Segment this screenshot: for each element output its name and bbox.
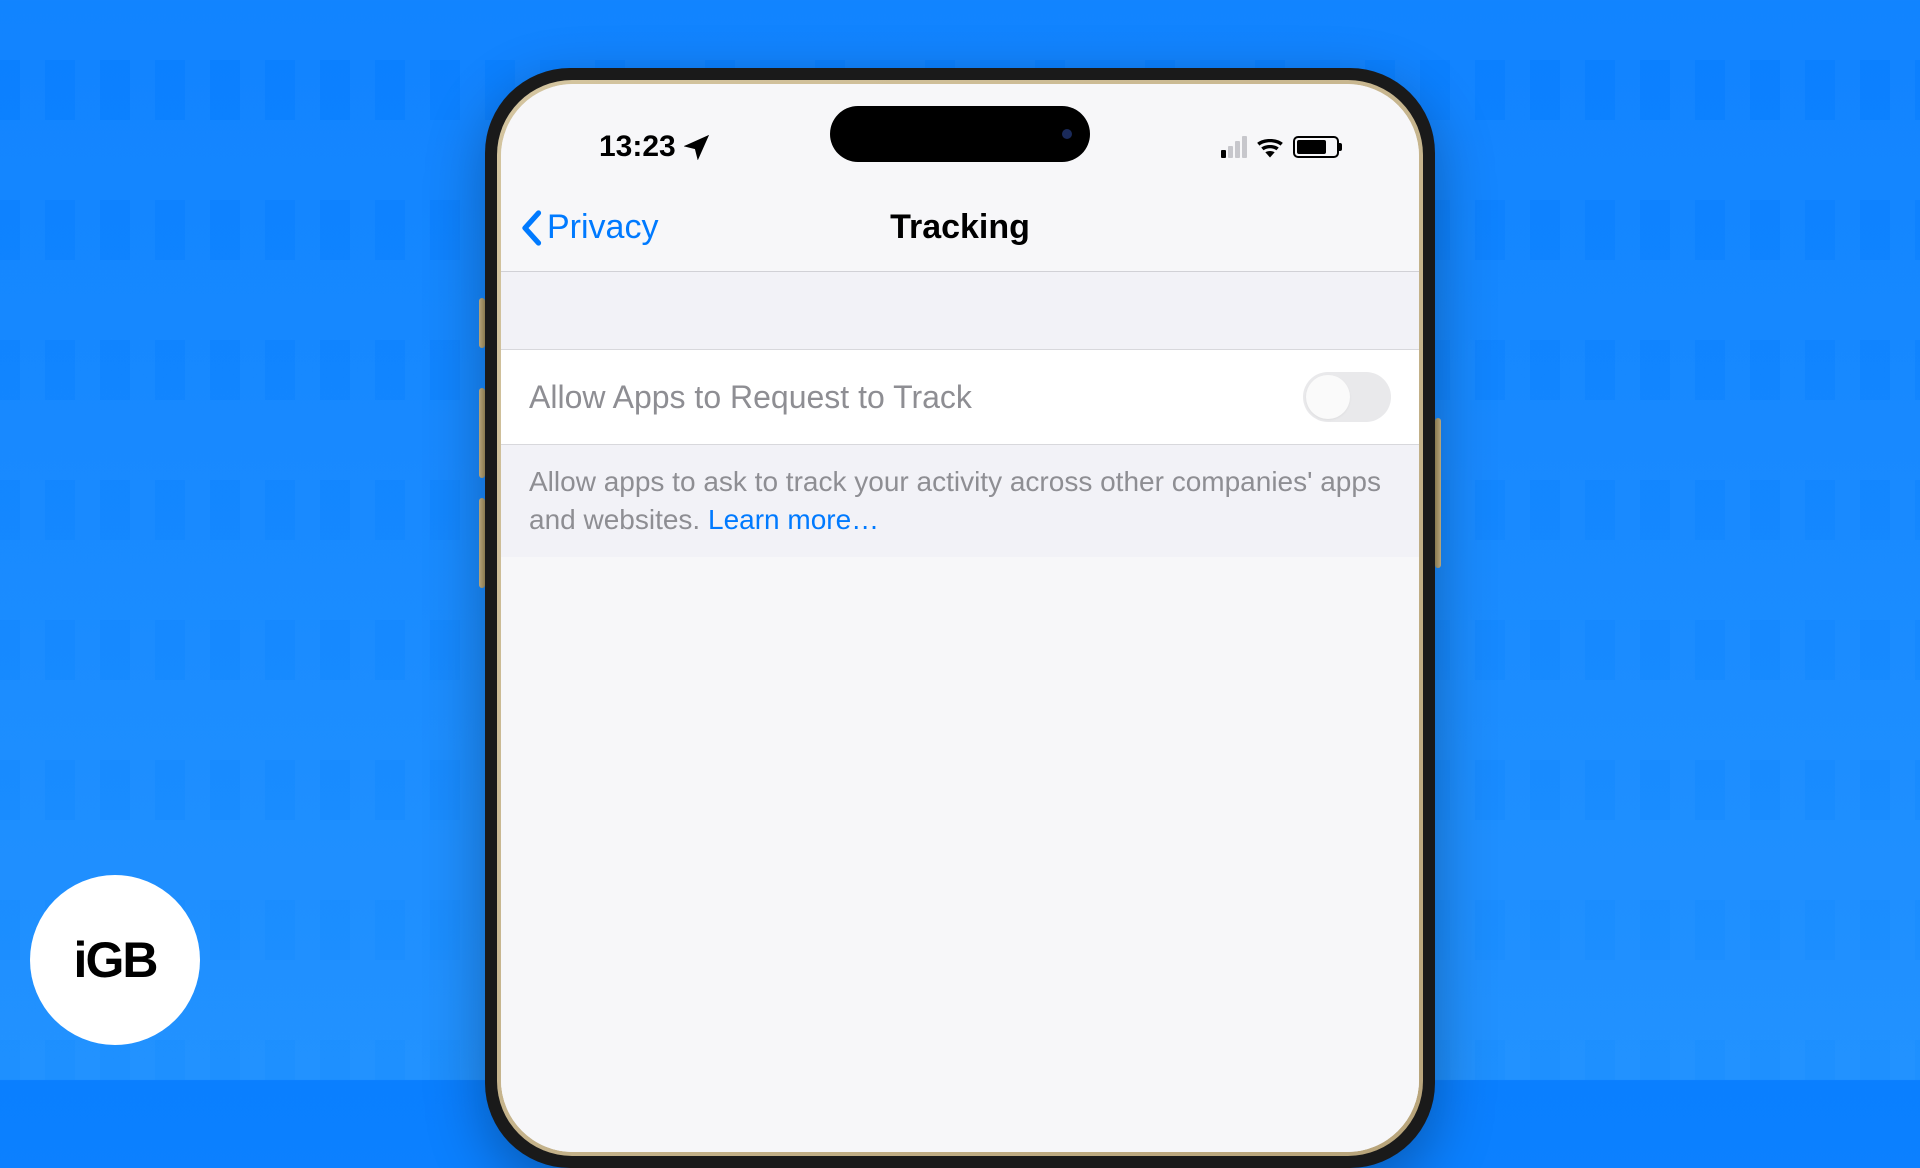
phone-volume-down-button	[479, 498, 485, 588]
wifi-icon	[1256, 136, 1284, 158]
back-button-label: Privacy	[547, 208, 658, 247]
status-bar-left: 13:23	[599, 130, 710, 164]
section-spacer	[501, 272, 1419, 350]
page-title: Tracking	[890, 208, 1030, 247]
allow-tracking-row: Allow Apps to Request to Track	[501, 350, 1419, 445]
settings-content: Allow Apps to Request to Track Allow app…	[501, 272, 1419, 1152]
navigation-bar: Privacy Tracking	[501, 184, 1419, 272]
status-bar-right	[1221, 136, 1339, 158]
footer-description: Allow apps to ask to track your activity…	[529, 466, 1381, 535]
status-time: 13:23	[599, 130, 676, 164]
content-fill	[501, 557, 1419, 1152]
cellular-signal-icon	[1221, 136, 1247, 158]
toggle-knob	[1306, 375, 1350, 419]
phone-screen: 13:23	[501, 84, 1419, 1152]
battery-icon	[1293, 136, 1339, 158]
allow-tracking-toggle[interactable]	[1303, 372, 1391, 422]
phone-side-button	[479, 298, 485, 348]
dynamic-island	[830, 106, 1090, 162]
back-button[interactable]: Privacy	[519, 208, 658, 247]
phone-volume-up-button	[479, 388, 485, 478]
phone-frame: 13:23	[485, 68, 1435, 1168]
igb-logo-text: iGB	[74, 931, 157, 989]
learn-more-link[interactable]: Learn more…	[708, 504, 879, 535]
allow-tracking-label: Allow Apps to Request to Track	[529, 379, 972, 416]
chevron-back-icon	[519, 210, 543, 246]
phone-power-button	[1435, 418, 1441, 568]
phone-frame-inner: 13:23	[497, 80, 1423, 1156]
location-icon	[684, 134, 710, 160]
section-footer-text: Allow apps to ask to track your activity…	[501, 445, 1419, 557]
igb-logo-badge: iGB	[30, 875, 200, 1045]
